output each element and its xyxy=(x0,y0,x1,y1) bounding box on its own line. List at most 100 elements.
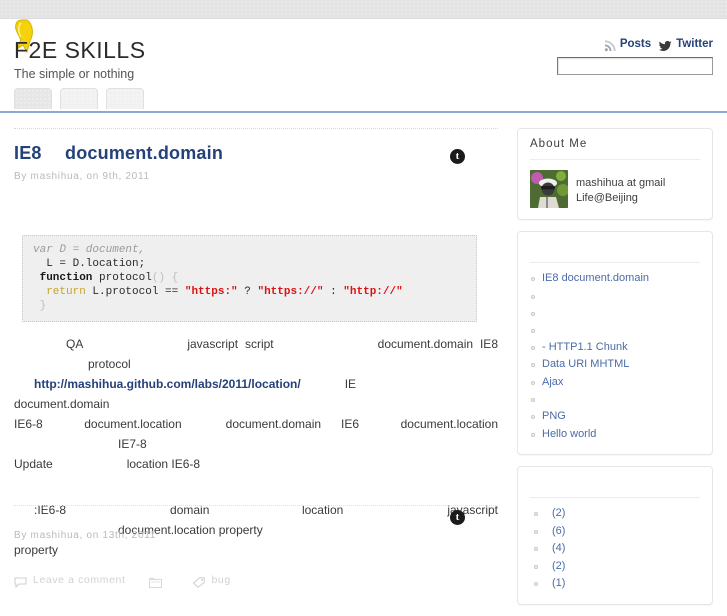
top-decorative-band xyxy=(0,0,727,19)
list-item[interactable]: (4) xyxy=(530,540,700,558)
brand[interactable]: F2E SKILLS The simple or nothing xyxy=(14,37,146,82)
code-token: return xyxy=(33,286,86,298)
p1-seg2: javascript script xyxy=(187,337,274,351)
list-item[interactable]: Ajax xyxy=(530,374,700,392)
header-links: Posts Twitter xyxy=(604,38,713,52)
code-line: L = D.location; xyxy=(33,257,466,271)
p1-seg8: document.domain xyxy=(225,417,322,431)
widget-about-me: About Me mashihua at gmail Life@Beijing xyxy=(517,128,713,220)
p2-seg5: property xyxy=(14,543,59,557)
list-item[interactable]: - HTTP1.1 Chunk xyxy=(530,339,700,357)
nav-tab-1[interactable] xyxy=(60,88,98,109)
archive-link-2[interactable]: (4) xyxy=(552,542,565,554)
archive-link-4[interactable]: (1) xyxy=(552,577,565,589)
about-location: Life@Beijing xyxy=(576,192,638,204)
recent-link-9[interactable]: Hello world xyxy=(542,428,596,440)
demo-link[interactable]: http://mashihua.github.com/labs/2011/loc… xyxy=(34,377,301,391)
twitter-link[interactable]: Twitter xyxy=(676,38,713,50)
post-title[interactable]: IE8 document.domain xyxy=(14,142,498,164)
about-email: mashihua at gmail xyxy=(576,177,666,189)
archive-link-1[interactable]: (6) xyxy=(552,525,565,537)
post-header: IE8 document.domain By mashihua, on 9th,… xyxy=(14,128,498,182)
code-token: "http://" xyxy=(343,286,403,298)
recent-link-0[interactable]: IE8 document.domain xyxy=(542,272,649,284)
main-nav xyxy=(14,88,144,109)
p1-seg9: IE6 document.location xyxy=(341,417,498,431)
nav-bottom-rule xyxy=(0,111,727,113)
p1-seg12: location IE6-8 xyxy=(126,457,201,471)
avatar xyxy=(530,170,568,208)
leave-comment-link[interactable]: Leave a comment xyxy=(33,574,125,586)
p1-seg6: document.domain xyxy=(14,397,110,411)
list-item[interactable]: (2) xyxy=(530,505,700,523)
list-item[interactable]: (1) xyxy=(530,575,700,593)
post-header-2: By mashihua, on 13th, 2011 t xyxy=(14,505,498,541)
tag-icon xyxy=(192,576,206,588)
search-input[interactable] xyxy=(557,57,713,75)
post-meta: Leave a comment bug xyxy=(14,574,498,588)
recent-link-6[interactable]: Ajax xyxy=(542,376,563,388)
p1-seg10: IE7-8 xyxy=(118,437,147,451)
site-title: F2E SKILLS xyxy=(14,37,146,63)
list-item[interactable]: Hello world xyxy=(530,426,700,444)
code-token: protocol xyxy=(92,272,152,284)
twitter-circle-icon-2[interactable]: t xyxy=(450,510,465,525)
code-token: var D = document, xyxy=(33,244,146,256)
widget-title-about: About Me xyxy=(530,138,700,160)
about-row: mashihua at gmail Life@Beijing xyxy=(530,167,700,208)
code-token: L = D.location; xyxy=(33,258,146,270)
search-box[interactable] xyxy=(557,57,713,75)
about-text: mashihua at gmail Life@Beijing xyxy=(576,170,665,206)
code-line: } xyxy=(33,299,466,313)
recent-link-4[interactable]: - HTTP1.1 Chunk xyxy=(542,341,628,353)
list-item[interactable]: PNG xyxy=(530,408,700,426)
recent-link-8[interactable]: PNG xyxy=(542,410,566,422)
post-byline: By mashihua, on 9th, 2011 xyxy=(14,171,150,182)
code-token: ? xyxy=(237,286,258,298)
p1-seg4: protocol xyxy=(88,357,131,371)
p1-seg5: IE xyxy=(344,377,357,391)
list-item[interactable] xyxy=(530,288,700,305)
list-item[interactable]: IE8 document.domain xyxy=(530,270,700,288)
nav-tab-2[interactable] xyxy=(106,88,144,109)
list-item[interactable]: Data URI MHTML xyxy=(530,356,700,374)
code-block: var D = document, L = D.location; functi… xyxy=(22,235,477,322)
code-token: "https://" xyxy=(257,286,324,298)
list-item[interactable] xyxy=(530,305,700,322)
widget-archives: (2) (6) (4) (2) (1) xyxy=(517,466,713,605)
p1-seg3: document.domain IE8 xyxy=(377,337,498,351)
code-line: return L.protocol == "https:" ? "https:/… xyxy=(33,285,466,299)
folder-icon xyxy=(149,577,163,588)
sidebar: About Me mashihua at gmail Life@Beijing xyxy=(517,128,713,616)
code-token: "https:" xyxy=(184,286,238,298)
code-token: () xyxy=(151,272,166,284)
list-item[interactable]: (2) xyxy=(530,558,700,576)
tag-link[interactable]: bug xyxy=(211,574,230,586)
post-paragraph-1: QA javascript script document.domain IE8 pr… xyxy=(14,334,498,474)
recent-posts-list: IE8 document.domain - HTTP1.1 Chunk Data… xyxy=(530,270,700,443)
archive-link-3[interactable]: (2) xyxy=(552,560,565,572)
p1-seg7: IE6-8 document.location xyxy=(14,417,182,431)
rss-icon xyxy=(604,40,616,52)
code-token: : xyxy=(323,286,344,298)
nav-tab-0[interactable] xyxy=(14,88,52,109)
code-token: } xyxy=(33,300,47,312)
widget-title-archives xyxy=(530,476,700,498)
speech-bubble-icon xyxy=(14,576,27,588)
post-byline-2: By mashihua, on 13th, 2011 xyxy=(14,530,156,541)
p1-seg1: QA xyxy=(66,337,84,351)
posts-feed-link[interactable]: Posts xyxy=(620,38,651,50)
recent-link-5[interactable]: Data URI MHTML xyxy=(542,358,629,370)
archive-link-0[interactable]: (2) xyxy=(552,507,565,519)
list-item[interactable]: (6) xyxy=(530,523,700,541)
widget-recent-posts: IE8 document.domain - HTTP1.1 Chunk Data… xyxy=(517,231,713,455)
list-item[interactable] xyxy=(530,391,700,408)
code-token: function xyxy=(33,272,93,284)
code-line: function protocol() { xyxy=(33,271,466,285)
p1-seg11: Update xyxy=(14,457,53,471)
code-token: L.protocol == xyxy=(85,286,185,298)
widget-title-recent xyxy=(530,241,700,263)
list-item[interactable] xyxy=(530,322,700,339)
twitter-circle-icon[interactable]: t xyxy=(450,149,465,164)
code-token: { xyxy=(165,272,179,284)
